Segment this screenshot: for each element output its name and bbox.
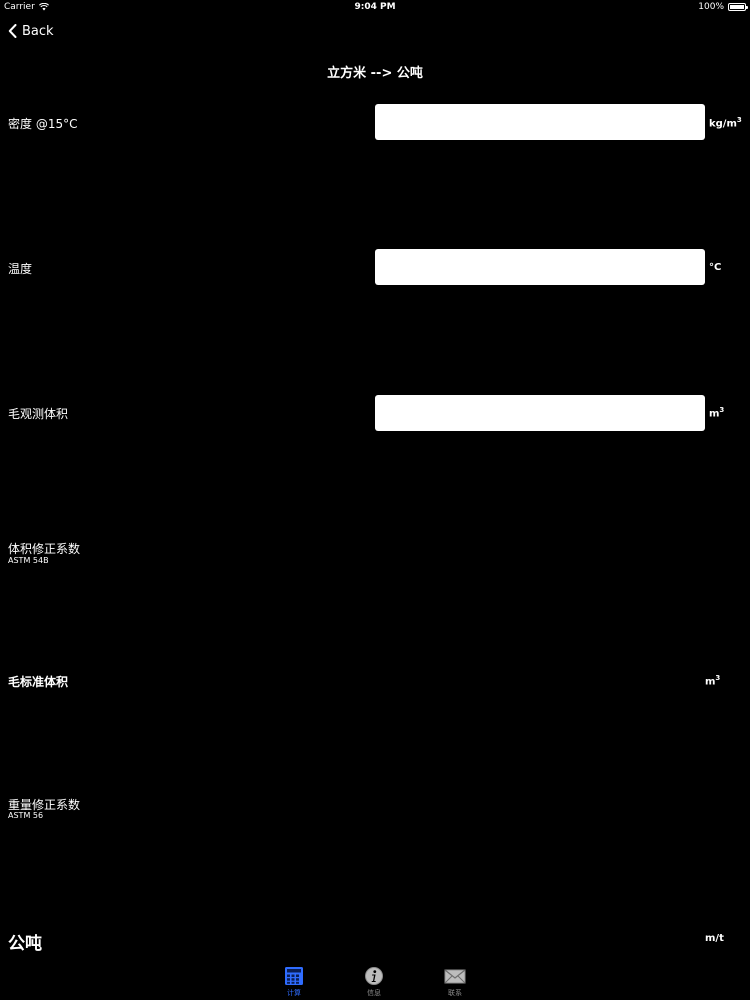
gsv-unit-sup: 3	[715, 674, 721, 682]
chevron-left-icon	[8, 24, 17, 38]
tab-calculate[interactable]: 计算	[264, 965, 324, 998]
mail-icon	[444, 969, 466, 984]
gross-observed-volume-input[interactable]	[375, 395, 705, 431]
page-title: 立方米 --> 公吨	[327, 66, 423, 81]
tab-contact[interactable]: 联系	[425, 965, 485, 998]
status-bar: Carrier 9:04 PM 100%	[0, 0, 750, 16]
temperature-label: 温度	[8, 262, 33, 276]
tab-bar: 计算 信息 联系	[0, 962, 750, 1000]
temperature-input[interactable]	[375, 249, 705, 285]
metric-tons-label: 公吨	[8, 934, 42, 954]
density-unit-sup: 3	[736, 116, 742, 124]
gsv-unit-base: m	[705, 676, 716, 688]
wcf-standard: ASTM 56	[8, 811, 44, 820]
info-icon	[365, 967, 383, 985]
metric-tons-unit: m/t	[705, 933, 724, 944]
gov-unit-sup: 3	[719, 406, 725, 414]
tab-info-label: 信息	[367, 989, 381, 997]
density-unit-base: kg/m	[709, 118, 737, 130]
battery-fill	[730, 5, 744, 9]
tab-calculate-label: 计算	[287, 989, 301, 997]
gross-standard-volume-label: 毛标准体积	[8, 675, 69, 689]
status-right: 100%	[698, 2, 748, 12]
back-button[interactable]: Back	[8, 20, 54, 42]
battery-nub	[746, 6, 748, 9]
density-input[interactable]	[375, 104, 705, 140]
back-button-label: Back	[22, 23, 54, 39]
battery-percent: 100%	[698, 2, 724, 12]
converter-screen: Carrier 9:04 PM 100% Back 立方米 --> 公吨 密度 …	[0, 0, 750, 1000]
vcf-label: 体积修正系数	[8, 542, 81, 556]
tab-contact-label: 联系	[448, 989, 462, 997]
vcf-standard: ASTM 54B	[8, 556, 49, 565]
tab-info[interactable]: 信息	[344, 965, 404, 998]
temperature-unit: °C	[709, 262, 722, 273]
status-time: 9:04 PM	[354, 2, 396, 12]
gov-unit-base: m	[709, 408, 720, 420]
calculator-icon	[285, 967, 303, 985]
gross-observed-volume-unit: m3	[709, 406, 724, 419]
density-label: 密度 @15°C	[8, 117, 78, 131]
density-unit: kg/m3	[709, 116, 742, 129]
gross-standard-volume-unit: m3	[705, 674, 720, 687]
gross-observed-volume-label: 毛观测体积	[8, 407, 69, 421]
battery-icon	[728, 3, 748, 11]
